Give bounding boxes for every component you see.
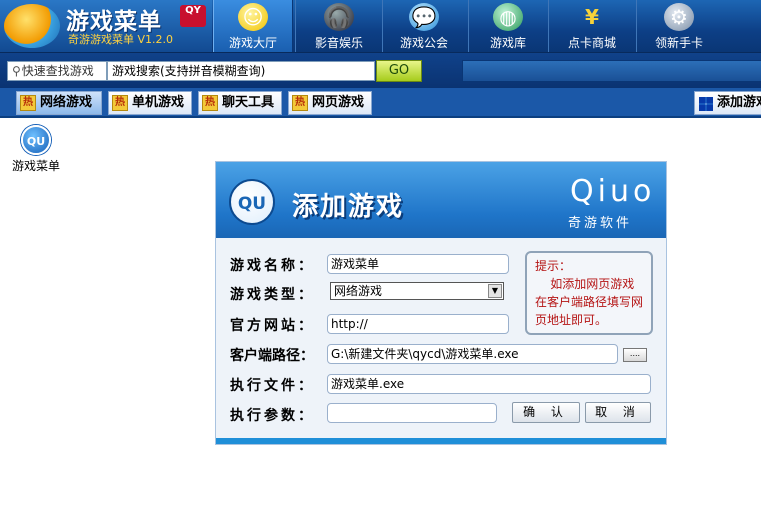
nav-label: 游戏库: [489, 36, 526, 50]
game-type-value: 网络游戏: [334, 284, 383, 298]
official-site-input[interactable]: http://: [327, 314, 509, 334]
hot-icon: 热: [112, 95, 128, 111]
exe-file-label: 执行文件：: [230, 378, 315, 394]
tab-single-games[interactable]: 热单机游戏: [108, 91, 192, 115]
add-game-tab[interactable]: 添加游戏: [694, 91, 761, 115]
category-tabs: 热网络游戏 热单机游戏 热聊天工具 热网页游戏 添加游戏: [0, 88, 761, 118]
go-button[interactable]: GO: [376, 60, 422, 82]
exe-file-input[interactable]: 游戏菜单.exe: [327, 374, 651, 394]
nav-divider: [636, 0, 637, 52]
tab-label: 网络游戏: [40, 95, 93, 110]
dialog-header: QU 添加游戏 Qiuo 奇游软件: [216, 162, 666, 238]
exe-args-label: 执行参数：: [230, 408, 315, 424]
search-input[interactable]: 游戏搜索(支持拼音模糊查询): [107, 61, 375, 81]
cancel-button[interactable]: 取 消: [585, 402, 651, 423]
gear-icon: ⚙: [664, 3, 694, 31]
game-type-select[interactable]: 网络游戏 ▼: [330, 282, 504, 300]
nav-game-hall[interactable]: ☺ 游戏大厅: [213, 0, 293, 52]
smiley-icon: ☺: [238, 3, 268, 31]
nav-label: 点卡商城: [567, 36, 616, 50]
hot-icon: 热: [20, 95, 36, 111]
nav-label: 影音娱乐: [314, 36, 363, 50]
app-logo: 游戏菜单 QY 奇游游戏菜单 V1.2.0: [0, 0, 212, 52]
quick-find-input[interactable]: ⚲快速查找游戏: [7, 61, 107, 81]
qu-logo-icon: QU: [21, 125, 51, 155]
globe-icon: ◍: [493, 3, 523, 31]
app-version: 奇游游戏菜单 V1.2.0: [68, 33, 174, 46]
desktop-item-label: 游戏菜单: [11, 159, 60, 173]
game-name-label: 游戏名称：: [230, 258, 315, 274]
qu-logo-icon: QU: [229, 179, 275, 225]
tab-chat-tools[interactable]: 热聊天工具: [198, 91, 282, 115]
brand-name: Qiuo: [570, 174, 656, 209]
chat-bubble-icon: 💬: [409, 3, 439, 31]
hint-box: 提示： 如添加网页游戏在客户端路径填写网页地址即可。: [525, 251, 653, 335]
quick-find-placeholder: 快速查找游戏: [21, 64, 94, 78]
search-icon: ⚲: [12, 64, 21, 78]
nav-label: 领新手卡: [654, 36, 703, 50]
brand-subtitle: 奇游软件: [568, 216, 633, 231]
tab-label: 聊天工具: [222, 95, 275, 110]
tab-online-games[interactable]: 热网络游戏: [16, 91, 102, 115]
right-toolbar-area: [462, 60, 761, 82]
chevron-down-icon[interactable]: ▼: [488, 284, 502, 298]
client-path-input[interactable]: G:\新建文件夹\qycd\游戏菜单.exe: [327, 344, 618, 364]
hot-icon: 热: [292, 95, 308, 111]
dialog-title: 添加游戏: [292, 192, 405, 222]
tab-label: 单机游戏: [132, 95, 185, 110]
nav-card-shop[interactable]: ¥ 点卡商城: [552, 0, 632, 52]
windows-grid-icon: [699, 97, 713, 111]
top-toolbar: 游戏菜单 QY 奇游游戏菜单 V1.2.0 ☺ 游戏大厅 🎧 影音娱乐 💬 游戏…: [0, 0, 761, 52]
nav-media[interactable]: 🎧 影音娱乐: [300, 0, 378, 52]
add-game-label: 添加游戏: [717, 95, 761, 110]
official-site-label: 官方网站：: [230, 318, 315, 334]
nav-divider: [468, 0, 469, 52]
hot-icon: 热: [202, 95, 218, 111]
tab-web-games[interactable]: 热网页游戏: [288, 91, 372, 115]
search-bar: ⚲快速查找游戏 游戏搜索(支持拼音模糊查询) GO: [0, 52, 761, 88]
nav-divider: [382, 0, 383, 52]
nav-divider: [295, 0, 296, 52]
headphones-icon: 🎧: [324, 3, 354, 31]
yen-icon: ¥: [585, 5, 599, 29]
qy-badge: QY: [180, 5, 206, 27]
dialog-footer-bar: [216, 438, 666, 444]
nav-label: 游戏公会: [399, 36, 448, 50]
nav-newbie-card[interactable]: ⚙ 领新手卡: [640, 0, 718, 52]
add-game-dialog: QU 添加游戏 Qiuo 奇游软件 游戏名称： 游戏菜单 游戏类型： 网络游戏 …: [215, 161, 667, 445]
desktop-game-item[interactable]: QU 游戏菜单: [8, 125, 64, 174]
nav-label: 游戏大厅: [228, 36, 277, 50]
nav-game-library[interactable]: ◍ 游戏库: [472, 0, 544, 52]
confirm-button[interactable]: 确 认: [512, 402, 580, 423]
nav-divider: [548, 0, 549, 52]
browse-button[interactable]: ....: [623, 348, 647, 362]
client-path-label: 客户端路径：: [230, 348, 314, 364]
game-type-label: 游戏类型：: [230, 287, 315, 303]
tab-label: 网页游戏: [312, 95, 365, 110]
exe-args-input[interactable]: [327, 403, 497, 423]
game-name-input[interactable]: 游戏菜单: [327, 254, 509, 274]
logo-icon: [4, 4, 60, 48]
nav-guild[interactable]: 💬 游戏公会: [386, 0, 462, 52]
